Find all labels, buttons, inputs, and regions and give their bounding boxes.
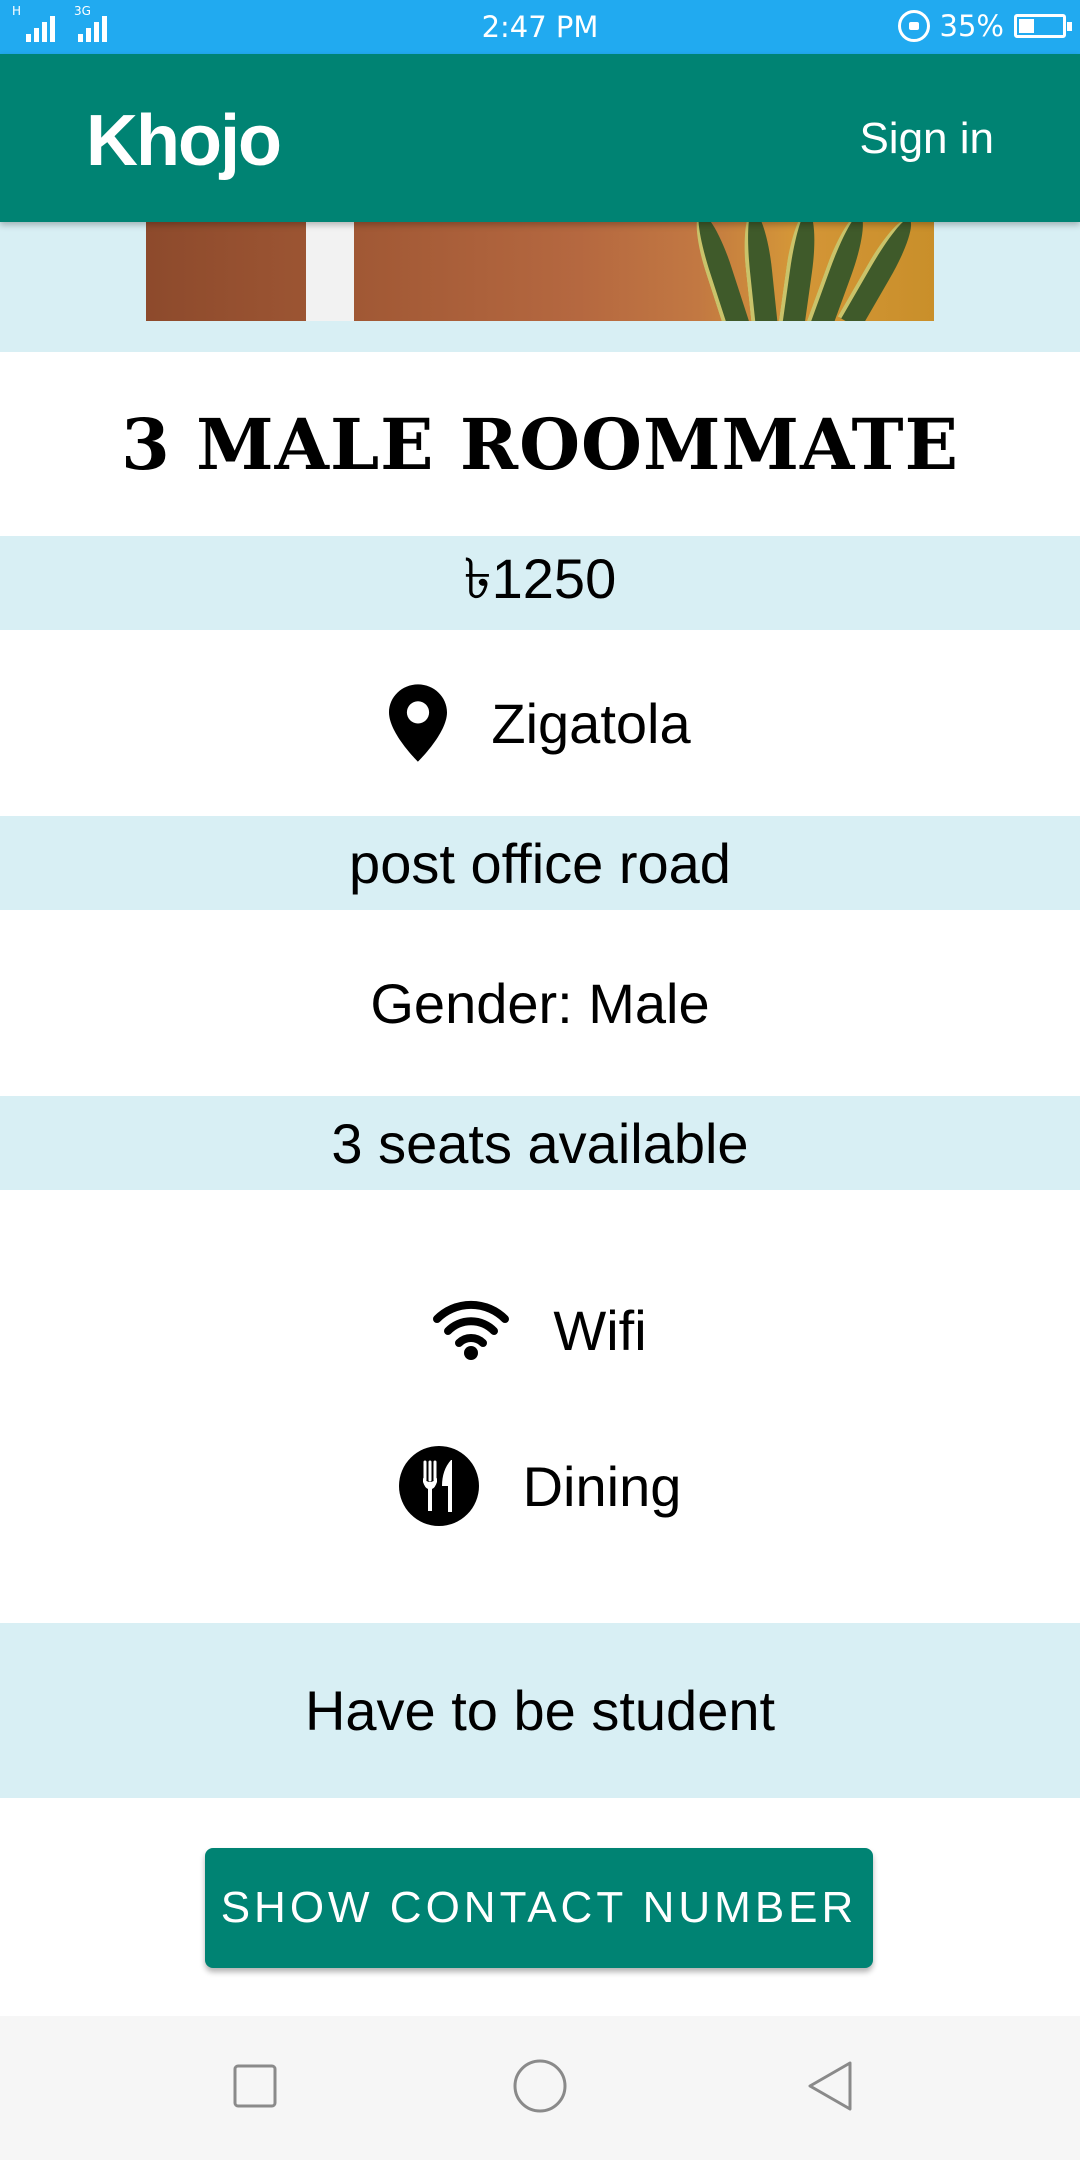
- listing-location: Zigatola: [491, 691, 691, 755]
- gender-row: Gender: Male: [0, 910, 1080, 1096]
- amenity-label: Dining: [522, 1454, 682, 1518]
- triangle-back-icon: [808, 2061, 852, 2111]
- battery-percentage: 35%: [939, 9, 1004, 43]
- requirement-row: Have to be student: [0, 1623, 1080, 1798]
- sign-in-link[interactable]: Sign in: [859, 114, 994, 164]
- photo-plant-leaf: [688, 222, 750, 321]
- circle-icon: [513, 2059, 567, 2113]
- listing-title: 3 MALE ROOMMATE: [121, 402, 959, 486]
- location-pin-icon: [389, 684, 448, 762]
- wifi-icon: [433, 1299, 510, 1361]
- amenity-row-dining: Dining: [0, 1418, 1080, 1554]
- amenity-row-wifi: Wifi: [0, 1262, 1080, 1398]
- app-title: Khojo: [86, 101, 282, 181]
- listing-address: post office road: [349, 831, 731, 895]
- seats-row: 3 seats available: [0, 1096, 1080, 1190]
- amenity-label: Wifi: [553, 1298, 647, 1362]
- recent-apps-button[interactable]: [225, 2056, 285, 2116]
- square-icon: [233, 2064, 277, 2108]
- system-nav-bar: [0, 2016, 1080, 2160]
- listing-title-row: 3 MALE ROOMMATE: [0, 352, 1080, 536]
- contact-section: SHOW CONTACT NUMBER: [0, 1798, 1080, 2016]
- listing-price: ৳1250: [463, 547, 617, 610]
- listing-image-area: [0, 222, 1080, 352]
- battery-icon: [1014, 14, 1072, 38]
- back-button[interactable]: [800, 2056, 860, 2116]
- rotation-lock-icon: [897, 10, 930, 42]
- price-row: ৳1250: [0, 536, 1080, 630]
- listing-gender: Gender: Male: [370, 971, 710, 1035]
- address-row: post office road: [0, 816, 1080, 910]
- listing-seats: 3 seats available: [331, 1111, 749, 1175]
- show-contact-number-button[interactable]: SHOW CONTACT NUMBER: [205, 1848, 873, 1968]
- battery-fill: [1019, 19, 1034, 33]
- dining-icon: [398, 1446, 479, 1526]
- listing-photo[interactable]: [146, 222, 934, 321]
- photo-plant-leaf: [739, 222, 779, 321]
- location-row: Zigatola: [0, 630, 1080, 816]
- home-button[interactable]: [510, 2056, 570, 2116]
- app-bar: Khojo Sign in: [0, 54, 1080, 222]
- photo-chair-leg: [306, 222, 354, 321]
- status-bar: H 3G 2:47 PM 35%: [0, 0, 1080, 54]
- listing-requirement: Have to be student: [304, 1679, 776, 1742]
